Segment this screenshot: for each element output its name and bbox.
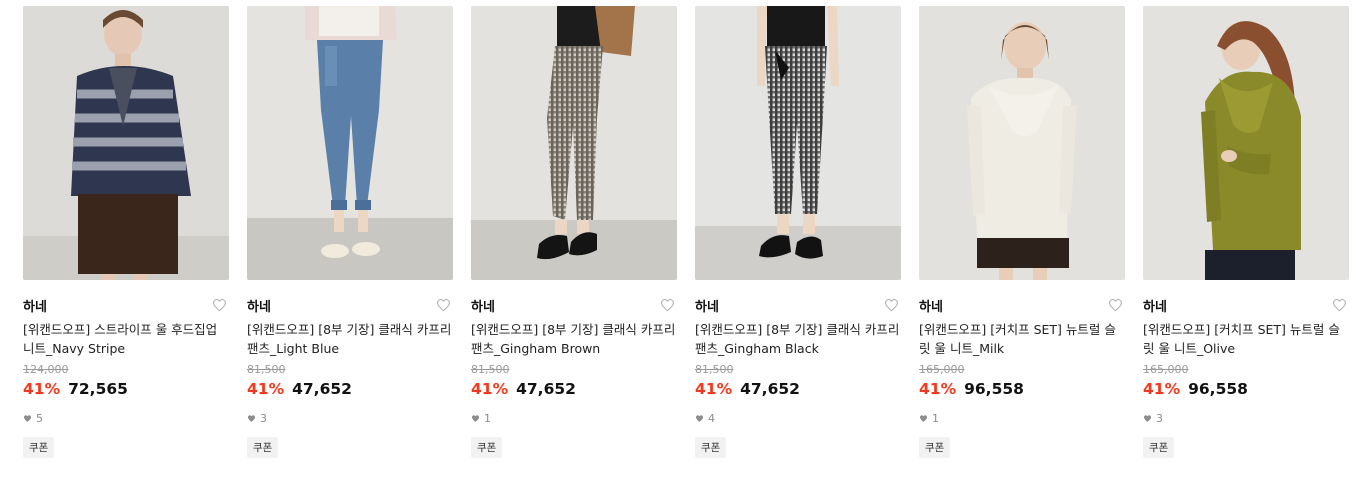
product-image[interactable] [247, 6, 453, 280]
original-price: 81,500 [247, 363, 286, 376]
product-card[interactable]: 하네 [위캔드오프] [8부 기장] 클래식 카프리 팬츠_Gingham Br… [471, 6, 677, 458]
original-price: 165,000 [919, 363, 965, 376]
likes-count-row: 5 [23, 411, 229, 425]
brand-name[interactable]: 하네 [471, 296, 495, 315]
product-name[interactable]: [위캔드오프] [커치프 SET] 뉴트럴 슬릿 울 니트_Milk [919, 320, 1125, 358]
sale-price: 47,652 [516, 380, 576, 398]
coupon-badge: 쿠폰 [1143, 437, 1175, 458]
discount-rate: 41% [919, 380, 957, 398]
original-price: 81,500 [695, 363, 734, 376]
price-row: 41% 47,652 [247, 380, 453, 400]
discount-rate: 41% [695, 380, 733, 398]
likes-count-row: 3 [247, 411, 453, 425]
likes-count-row: 1 [919, 411, 1125, 425]
product-name[interactable]: [위캔드오프] [커치프 SET] 뉴트럴 슬릿 울 니트_Olive [1143, 320, 1349, 358]
price-row: 41% 96,558 [919, 380, 1125, 400]
product-grid: 하네 [위캔드오프] 스트라이프 울 후드집업 니트_Navy Stripe 1… [23, 6, 1349, 458]
product-card[interactable]: 하네 [위캔드오프] [커치프 SET] 뉴트럴 슬릿 울 니트_Milk 16… [919, 6, 1125, 458]
coupon-badge: 쿠폰 [471, 437, 503, 458]
product-image[interactable] [23, 6, 229, 280]
original-price: 124,000 [23, 363, 69, 376]
likes-count: 1 [484, 411, 491, 425]
product-name[interactable]: [위캔드오프] [8부 기장] 클래식 카프리 팬츠_Gingham Black [695, 320, 901, 358]
heart-outline-icon[interactable] [210, 296, 228, 314]
brand-name[interactable]: 하네 [23, 296, 47, 315]
product-image[interactable] [471, 6, 677, 280]
product-card[interactable]: 하네 [위캔드오프] [8부 기장] 클래식 카프리 팬츠_Gingham Bl… [695, 6, 901, 458]
coupon-badge: 쿠폰 [695, 437, 727, 458]
price-row: 41% 72,565 [23, 380, 229, 400]
heart-outline-icon[interactable] [1106, 296, 1124, 314]
likes-count: 3 [1156, 411, 1163, 425]
heart-outline-icon[interactable] [434, 296, 452, 314]
brand-row: 하네 [23, 296, 229, 315]
heart-filled-icon [695, 414, 704, 423]
sale-price: 47,652 [292, 380, 352, 398]
brand-name[interactable]: 하네 [1143, 296, 1167, 315]
brand-row: 하네 [1143, 296, 1349, 315]
brand-row: 하네 [247, 296, 453, 315]
sale-price: 72,565 [68, 380, 128, 398]
likes-count: 5 [36, 411, 43, 425]
brand-name[interactable]: 하네 [247, 296, 271, 315]
heart-outline-icon[interactable] [1330, 296, 1348, 314]
heart-filled-icon [919, 414, 928, 423]
discount-rate: 41% [247, 380, 285, 398]
heart-outline-icon[interactable] [882, 296, 900, 314]
price-row: 41% 47,652 [695, 380, 901, 400]
product-card[interactable]: 하네 [위캔드오프] [커치프 SET] 뉴트럴 슬릿 울 니트_Olive 1… [1143, 6, 1349, 458]
price-row: 41% 96,558 [1143, 380, 1349, 400]
coupon-badge: 쿠폰 [247, 437, 279, 458]
heart-outline-icon[interactable] [658, 296, 676, 314]
product-name[interactable]: [위캔드오프] 스트라이프 울 후드집업 니트_Navy Stripe [23, 320, 229, 358]
product-name[interactable]: [위캔드오프] [8부 기장] 클래식 카프리 팬츠_Light Blue [247, 320, 453, 358]
coupon-badge: 쿠폰 [919, 437, 951, 458]
product-image[interactable] [1143, 6, 1349, 280]
product-name[interactable]: [위캔드오프] [8부 기장] 클래식 카프리 팬츠_Gingham Brown [471, 320, 677, 358]
product-image[interactable] [919, 6, 1125, 280]
product-card[interactable]: 하네 [위캔드오프] 스트라이프 울 후드집업 니트_Navy Stripe 1… [23, 6, 229, 458]
discount-rate: 41% [1143, 380, 1181, 398]
discount-rate: 41% [23, 380, 61, 398]
heart-filled-icon [1143, 414, 1152, 423]
heart-filled-icon [247, 414, 256, 423]
sale-price: 47,652 [740, 380, 800, 398]
coupon-badge: 쿠폰 [23, 437, 55, 458]
brand-row: 하네 [919, 296, 1125, 315]
sale-price: 96,558 [964, 380, 1024, 398]
price-row: 41% 47,652 [471, 380, 677, 400]
likes-count: 4 [708, 411, 715, 425]
likes-count: 1 [932, 411, 939, 425]
product-card[interactable]: 하네 [위캔드오프] [8부 기장] 클래식 카프리 팬츠_Light Blue… [247, 6, 453, 458]
sale-price: 96,558 [1188, 380, 1248, 398]
original-price: 165,000 [1143, 363, 1189, 376]
heart-filled-icon [471, 414, 480, 423]
heart-filled-icon [23, 414, 32, 423]
likes-count-row: 1 [471, 411, 677, 425]
brand-row: 하네 [471, 296, 677, 315]
likes-count-row: 4 [695, 411, 901, 425]
original-price: 81,500 [471, 363, 510, 376]
likes-count-row: 3 [1143, 411, 1349, 425]
product-image[interactable] [695, 6, 901, 280]
discount-rate: 41% [471, 380, 509, 398]
brand-name[interactable]: 하네 [695, 296, 719, 315]
brand-name[interactable]: 하네 [919, 296, 943, 315]
brand-row: 하네 [695, 296, 901, 315]
likes-count: 3 [260, 411, 267, 425]
